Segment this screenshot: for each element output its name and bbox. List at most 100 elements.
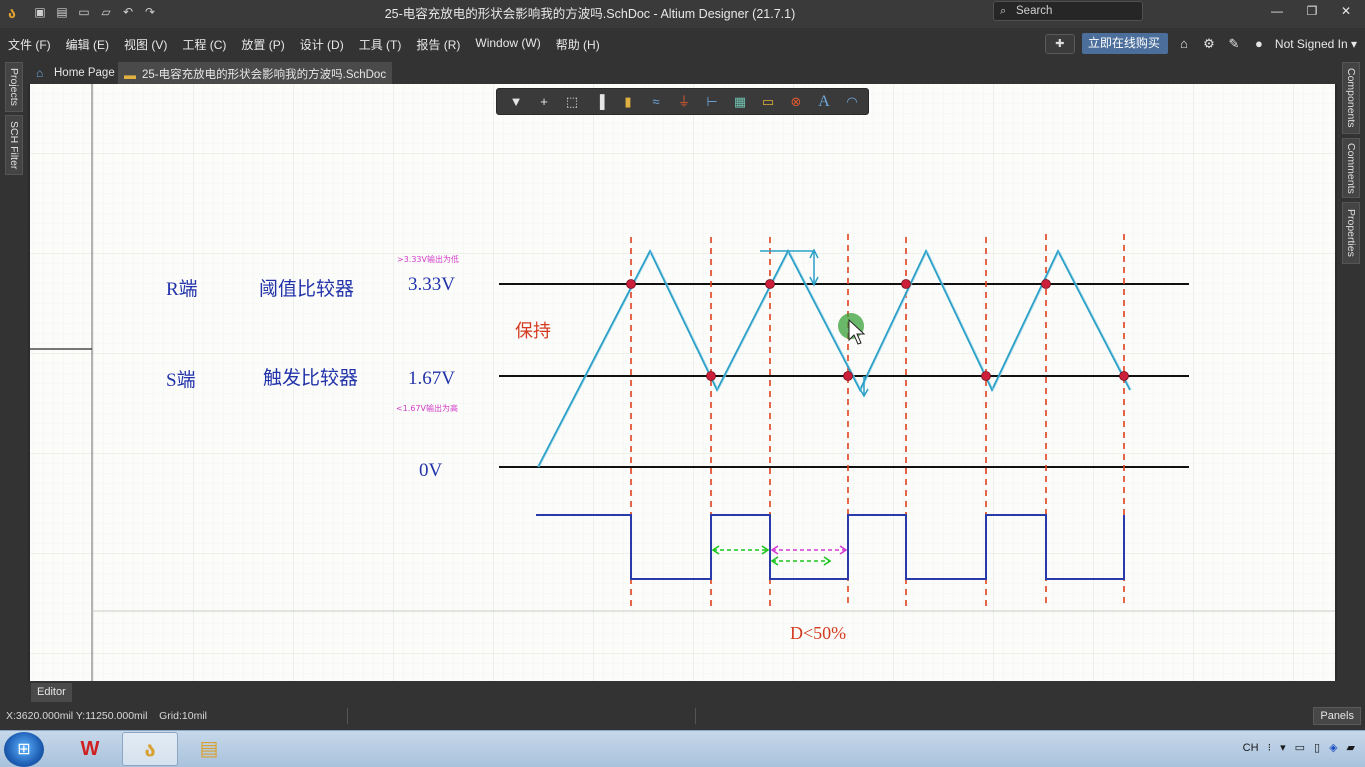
crossing-point — [706, 371, 716, 381]
arc-icon[interactable]: ◠ — [841, 92, 863, 112]
status-bar: X:3620.000mil Y:11250.000mil Grid:10mil … — [0, 702, 1365, 730]
move-icon[interactable]: + — [533, 92, 555, 112]
tools-icon[interactable]: ✎ — [1225, 35, 1243, 53]
menu-item-5[interactable]: 设计 (D) — [300, 36, 344, 53]
user-status-label: Not Signed In — [1274, 36, 1348, 51]
panels-button[interactable]: Panels — [1313, 707, 1361, 725]
document-tabs: ⌂ Home Page ▬ 25-电容充放电的形状会影响我的方波吗.SchDoc — [28, 60, 1337, 84]
ime-settings-icon[interactable]: ▾ — [1280, 741, 1286, 754]
menu-item-6[interactable]: 工具 (T) — [359, 36, 402, 53]
tab-schematic-doc[interactable]: ▬ 25-电容充放电的形状会影响我的方波吗.SchDoc — [118, 62, 393, 84]
windows-start-button[interactable]: ⊞ — [4, 732, 44, 767]
close-icon[interactable]: ✕ — [1333, 2, 1359, 20]
crossing-point — [765, 279, 775, 289]
label-1v67: 1.67V — [408, 368, 455, 389]
home-icon[interactable]: ⌂ — [1175, 35, 1193, 53]
panel-tab-sch-filter[interactable]: SCH Filter — [5, 115, 23, 175]
label-trigger-comparator: 触发比较器 — [263, 367, 358, 389]
main-menu: 文件 (F) 编辑 (E) 视图 (V) 工程 (C) 放置 (P) 设计 (D) 工具 (… — [8, 36, 615, 53]
editor-tab-bar: Editor — [28, 681, 1337, 702]
menu-item-3[interactable]: 工程 (C) — [182, 36, 226, 53]
schematic-doc-icon: ▬ — [124, 68, 136, 82]
system-tray: CH ⁝ ▾ ▭ ▯ ◈ ▰ — [1243, 741, 1355, 755]
input-language-indicator[interactable]: CH — [1243, 742, 1259, 754]
crossing-point — [901, 279, 911, 289]
port-icon[interactable]: ▭ — [757, 92, 779, 112]
title-bar: ა ▣ ▤ ▭ ▱ ↶ ↷ 25-电容充放电的形状会影响我的方波吗.SchDoc… — [0, 0, 1365, 28]
tab-schematic-doc-label: 25-电容充放电的形状会影响我的方波吗.SchDoc — [142, 69, 387, 81]
menu-item-1[interactable]: 编辑 (E) — [66, 36, 109, 53]
ime-icon[interactable]: ⁝ — [1268, 741, 1272, 754]
menu-item-4[interactable]: 放置 (P) — [241, 36, 284, 53]
left-panel-strip: Projects SCH Filter — [0, 60, 28, 702]
panel-tab-comments[interactable]: Comments — [1342, 138, 1360, 198]
canvas-grid — [30, 84, 1335, 681]
label-hold: 保持 — [515, 321, 551, 341]
altium-taskbar-icon[interactable]: ა — [122, 732, 178, 766]
crossing-point — [1041, 279, 1051, 289]
directive-icon[interactable]: ⊗ — [785, 92, 807, 112]
active-bar-toolbar: ▼ + ⬚ ▐ ▮ ≈ ⏚ ⊢ ▦ ▭ ⊗ A ◠ — [496, 88, 869, 115]
network-icon[interactable]: ▭ — [1295, 741, 1305, 754]
label-r-terminal: R端 — [166, 278, 198, 300]
panel-tab-components[interactable]: Components — [1342, 62, 1360, 134]
align-icon[interactable]: ▐ — [589, 92, 611, 112]
menu-item-7[interactable]: 报告 (R) — [416, 36, 460, 53]
text-icon[interactable]: A — [813, 92, 835, 112]
schematic-canvas[interactable]: R端 阈值比较器 3.33V >3.33V输出为低 保持 S端 触发比较器 1.… — [30, 84, 1335, 681]
clipboard-icon[interactable]: ▯ — [1314, 741, 1320, 754]
grid-size: Grid:10mil — [159, 710, 207, 722]
home-icon: ⌂ — [36, 66, 44, 80]
tab-home-page-label: Home Page — [54, 67, 115, 79]
menu-bar: 文件 (F) 编辑 (E) 视图 (V) 工程 (C) 放置 (P) 设计 (D) 工具 (… — [0, 28, 1365, 60]
window-title: 25-电容充放电的形状会影响我的方波吗.SchDoc - Altium Desi… — [384, 7, 796, 21]
power-port-icon[interactable]: ⏚ — [673, 92, 695, 112]
menu-item-0[interactable]: 文件 (F) — [8, 36, 51, 53]
status-separator — [347, 708, 348, 724]
label-s-terminal: S端 — [166, 369, 196, 391]
search-icon: ⌕ — [1000, 5, 1007, 17]
crossing-point — [1119, 371, 1129, 381]
label-threshold-comparator: 阈值比较器 — [259, 278, 354, 300]
gear-icon[interactable]: ⚙ — [1200, 35, 1218, 53]
menu-item-2[interactable]: 视图 (V) — [124, 36, 167, 53]
windows-taskbar: ⊞ W ა ▤ CH ⁝ ▾ ▭ ▯ ◈ ▰ — [0, 730, 1365, 767]
panel-tab-projects[interactable]: Projects — [5, 62, 23, 112]
user-icon[interactable]: ● — [1250, 35, 1268, 53]
search-box[interactable]: ⌕ Search — [993, 1, 1143, 21]
messages-icon[interactable]: ✚ — [1044, 33, 1075, 54]
tab-home-page[interactable]: ⌂ Home Page — [30, 62, 121, 84]
note-high-output: >3.33V输出为低 — [397, 254, 459, 264]
menu-item-9[interactable]: 帮助 (H) — [556, 36, 600, 53]
panel-tab-properties[interactable]: Properties — [1342, 202, 1360, 264]
schematic-drawing: R端 阈值比较器 3.33V >3.33V输出为低 保持 S端 触发比较器 1.… — [30, 84, 1335, 681]
status-coordinates: X:3620.000mil Y:11250.000mil Grid:10mil — [6, 710, 207, 722]
filter-icon[interactable]: ▼ — [505, 92, 527, 112]
security-shield-icon[interactable]: ◈ — [1329, 741, 1337, 754]
file-explorer-icon[interactable]: ▤ — [181, 732, 237, 766]
right-panel-strip: Components Comments Properties — [1337, 60, 1365, 702]
restore-icon[interactable]: ❐ — [1299, 2, 1325, 20]
label-0v: 0V — [419, 460, 443, 481]
crossing-point — [626, 279, 636, 289]
crossing-point — [981, 371, 991, 381]
menu-item-8[interactable]: Window (W) — [475, 36, 540, 53]
wps-office-icon[interactable]: W — [62, 732, 118, 766]
search-placeholder: Search — [1016, 5, 1053, 17]
user-status[interactable]: Not Signed In ▾ — [1275, 37, 1357, 51]
menubar-right-tools: ✚ 立即在线购买 ⌂ ⚙ ✎ ● Not Signed In ▾ — [1044, 33, 1357, 54]
tab-editor[interactable]: Editor — [31, 683, 72, 702]
label-duty-cycle: D<50% — [790, 623, 846, 643]
sheet-symbol-icon[interactable]: ▦ — [729, 92, 751, 112]
harness-icon[interactable]: ⊢ — [701, 92, 723, 112]
status-separator — [695, 708, 696, 724]
cursor-coordinates: X:3620.000mil Y:11250.000mil — [6, 710, 148, 722]
place-part-icon[interactable]: ▮ — [617, 92, 639, 112]
minimize-icon[interactable]: — — [1264, 2, 1290, 20]
select-icon[interactable]: ⬚ — [561, 92, 583, 112]
note-low-output: <1.67V输出为高 — [396, 403, 458, 413]
label-3v33: 3.33V — [408, 274, 455, 295]
place-wire-icon[interactable]: ≈ — [645, 92, 667, 112]
signal-icon[interactable]: ▰ — [1347, 741, 1355, 754]
buy-online-button[interactable]: 立即在线购买 — [1081, 33, 1168, 54]
